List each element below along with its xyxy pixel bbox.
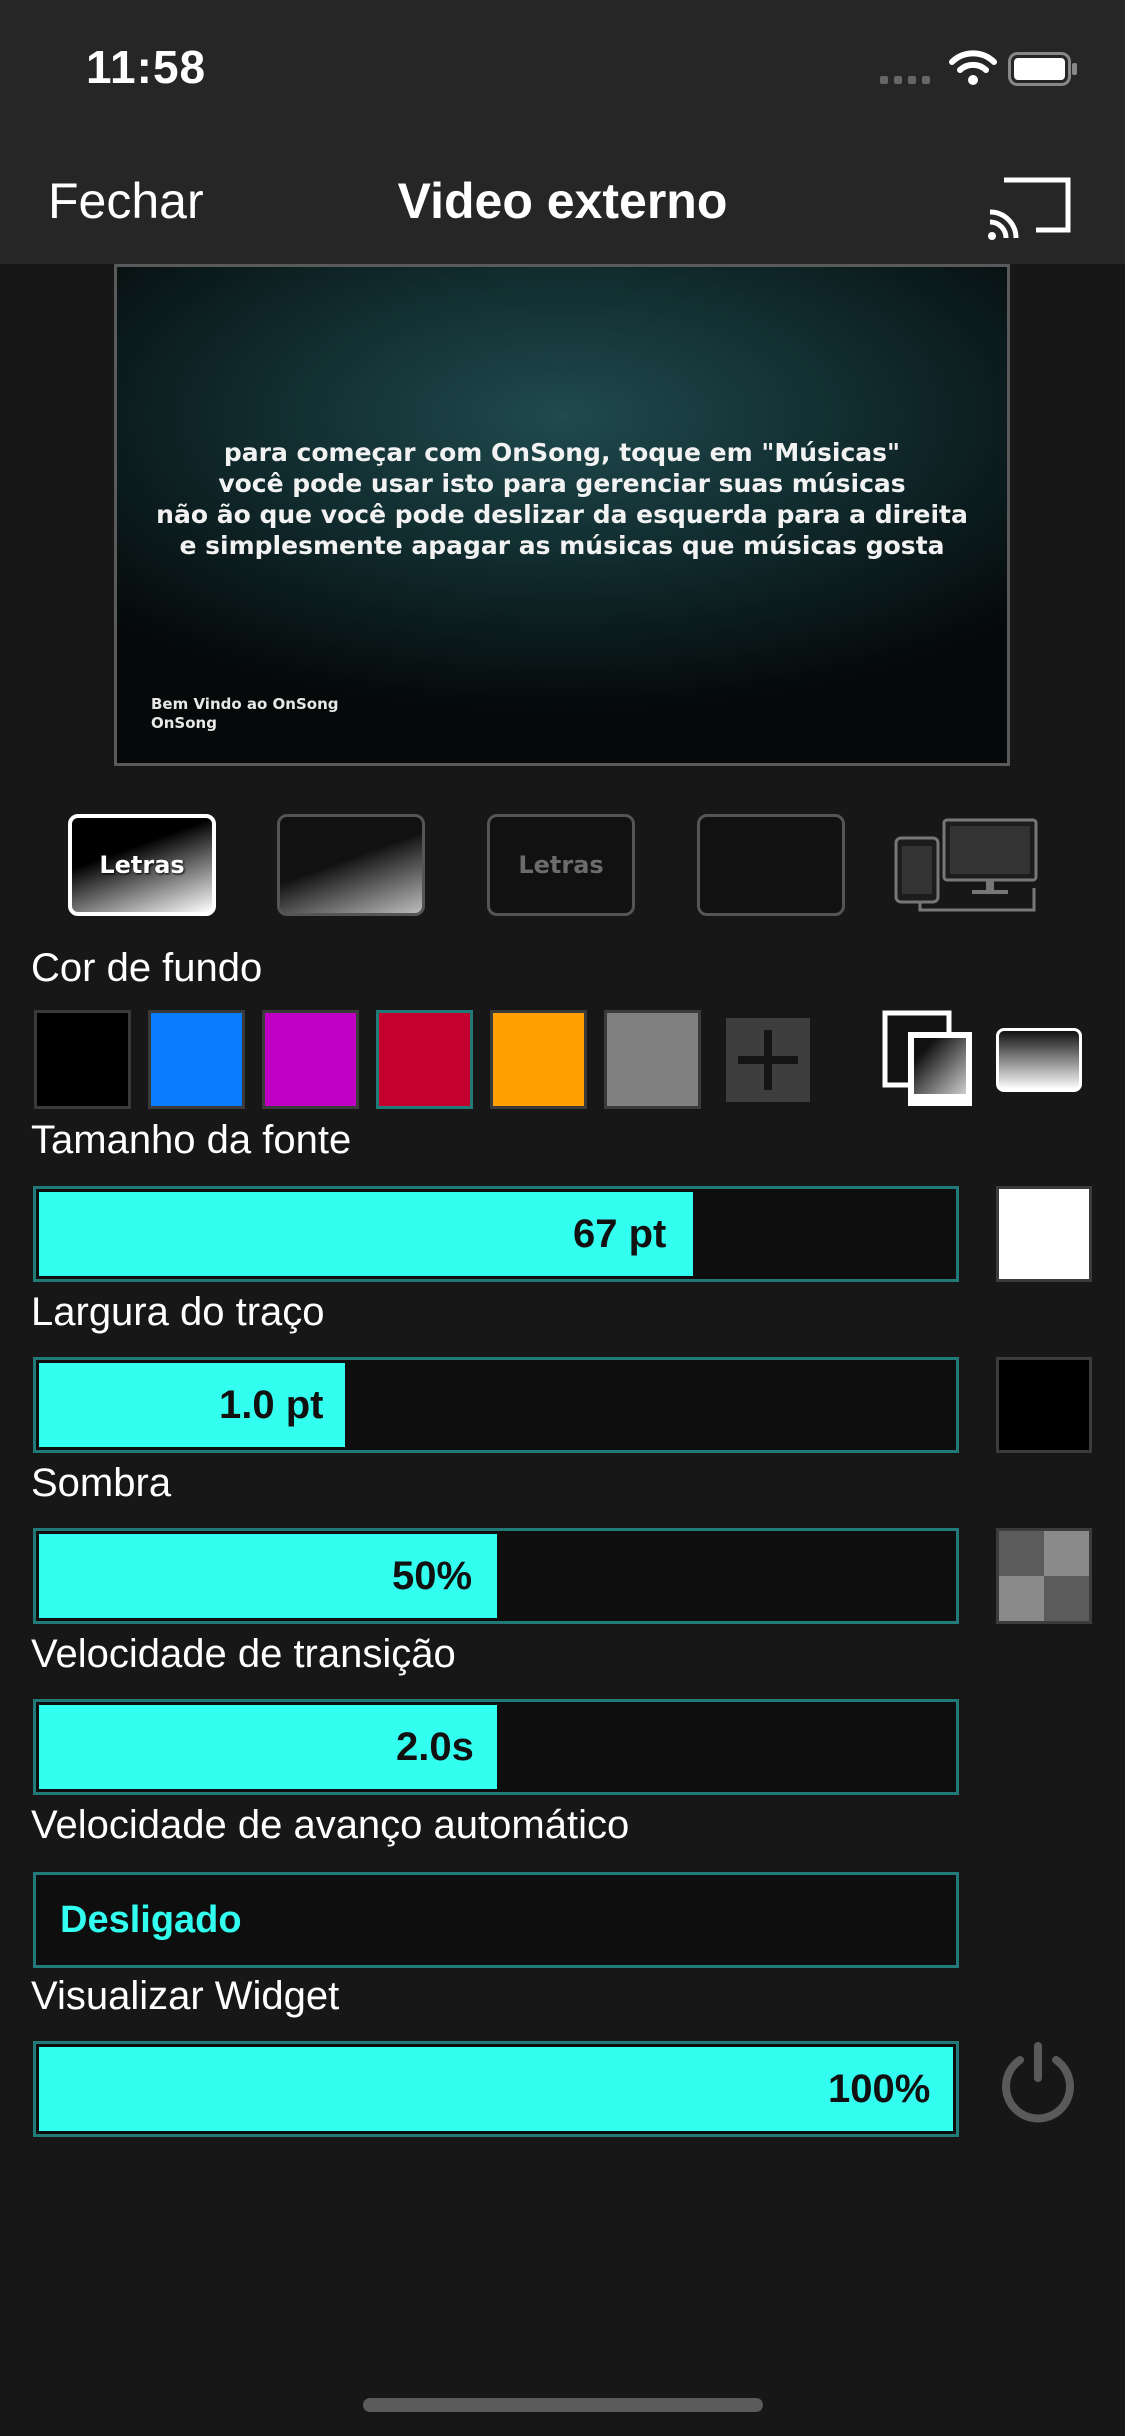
theme-gradient-button[interactable] [277,814,425,916]
auto-advance-label: Velocidade de avanço automático [31,1803,630,1847]
gradient-background-button[interactable] [996,1028,1082,1092]
stroke-width-value: 1.0 pt [219,1382,324,1427]
theme-label: Letras [99,851,185,879]
auto-advance-selector[interactable]: Desligado [33,1872,959,1968]
devices-icon[interactable] [894,816,1040,916]
preview-lyrics: para começar com OnSong, toque em "Músic… [117,437,1007,561]
swatch-black[interactable] [34,1010,131,1109]
font-color-button[interactable] [996,1186,1092,1282]
auto-advance-value: Desligado [60,1898,242,1941]
power-icon[interactable] [996,2038,1080,2128]
external-video-preview[interactable]: para começar com OnSong, toque em "Músic… [114,264,1010,766]
font-size-value: 67 pt [573,1211,667,1256]
widget-slider-fill [39,2047,953,2131]
layered-background-icon[interactable] [882,1010,978,1110]
transition-speed-value: 2.0s [396,1724,474,1769]
stroke-color-button[interactable] [996,1357,1092,1453]
stroke-width-label: Largura do traço [31,1290,325,1334]
preview-artist: OnSong [151,714,217,732]
shadow-color-button[interactable] [996,1528,1092,1624]
theme-lyrics-dark-button[interactable]: Letras [487,814,635,916]
preview-line: e simplesmente apagar as músicas que mús… [179,531,945,560]
battery-icon [1008,52,1077,86]
shadow-value: 50% [392,1553,473,1598]
font-size-label: Tamanho da fonte [31,1118,352,1162]
background-color-label: Cor de fundo [31,946,263,990]
swatch-magenta[interactable] [262,1010,359,1109]
widget-label: Visualizar Widget [31,1974,340,2018]
preview-song-title: Bem Vindo ao OnSong [151,695,339,713]
swatch-gray[interactable] [604,1010,701,1109]
status-time: 11:58 [86,41,207,93]
cast-icon[interactable] [986,170,1072,240]
theme-blank-button[interactable] [697,814,845,916]
theme-lyrics-gradient-button[interactable]: Letras [68,814,216,916]
font-size-slider[interactable]: 67 pt [33,1186,959,1282]
widget-slider[interactable]: 100% [33,2041,959,2137]
add-color-button[interactable] [726,1018,810,1102]
preview-line: não ão que você pode deslizar da esquerd… [156,500,968,529]
transition-speed-label: Velocidade de transição [31,1632,456,1676]
page-title: Video externo [397,173,728,229]
preview-line: para começar com OnSong, toque em "Músic… [223,438,901,467]
home-indicator [363,2398,763,2412]
stroke-width-slider[interactable]: 1.0 pt [33,1357,959,1453]
theme-label: Letras [518,851,604,879]
cellular-signal-icon [880,76,930,84]
shadow-label: Sombra [31,1461,172,1505]
status-bar: 11:58 [0,0,1125,140]
swatch-red[interactable] [376,1010,473,1109]
preview-line: você pode usar isto para gerenciar suas … [218,469,906,498]
swatch-orange[interactable] [490,1010,587,1109]
preview-footer: Bem Vindo ao OnSong OnSong [151,695,339,733]
swatch-blue[interactable] [148,1010,245,1109]
navigation-bar: Fechar Video externo [0,140,1125,264]
shadow-slider[interactable]: 50% [33,1528,959,1624]
widget-value: 100% [828,2066,931,2111]
transition-speed-slider[interactable]: 2.0s [33,1699,959,1795]
wifi-icon [949,50,997,85]
